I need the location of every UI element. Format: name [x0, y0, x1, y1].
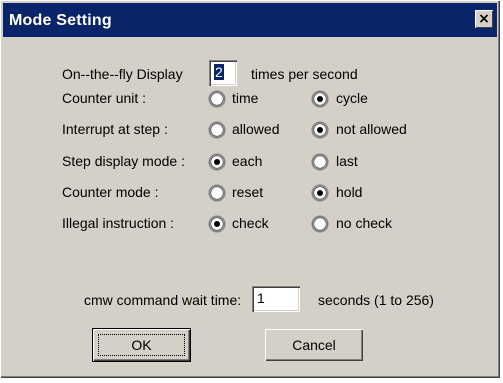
display-label: On--the--fly Display [62, 66, 183, 82]
counter-mode-option-hold[interactable]: hold [336, 184, 362, 200]
close-icon[interactable]: × [475, 10, 493, 28]
display-rate-field[interactable]: 2 [209, 60, 237, 86]
illegal-radio-check[interactable] [208, 215, 226, 233]
wait-suffix: seconds (1 to 256) [318, 292, 434, 308]
row-label-step-display: Step display mode : [62, 153, 185, 169]
row-label-interrupt: Interrupt at step : [62, 121, 168, 137]
step-display-radio-each[interactable] [208, 153, 226, 171]
counter-unit-radio-cycle[interactable] [311, 90, 329, 108]
interrupt-radio-not-allowed[interactable] [311, 121, 329, 139]
counter-mode-radio-hold[interactable] [311, 184, 329, 202]
wait-label: cmw command wait time: [84, 292, 242, 308]
step-display-option-last[interactable]: last [336, 153, 358, 169]
cancel-button-label: Cancel [292, 337, 336, 353]
title-bar[interactable]: Mode Setting × [3, 3, 497, 37]
row-label-counter-mode: Counter mode : [62, 184, 159, 200]
display-suffix: times per second [251, 66, 358, 82]
dialog-title: Mode Setting [9, 12, 112, 29]
illegal-option-no-check[interactable]: no check [336, 215, 392, 231]
ok-button-label: OK [131, 337, 152, 353]
mode-setting-dialog: Mode Setting × On--the--fly Display 2 ti… [0, 0, 500, 378]
display-rate-value: 2 [214, 64, 224, 80]
interrupt-option-allowed[interactable]: allowed [232, 121, 279, 137]
illegal-option-check[interactable]: check [232, 215, 269, 231]
ok-button[interactable]: OK [92, 328, 191, 362]
step-display-radio-last[interactable] [311, 153, 329, 171]
illegal-radio-no-check[interactable] [311, 215, 329, 233]
row-label-counter-unit: Counter unit : [62, 90, 147, 106]
wait-time-value: 1 [257, 290, 265, 306]
counter-mode-option-reset[interactable]: reset [232, 184, 263, 200]
counter-unit-option-time[interactable]: time [232, 90, 258, 106]
interrupt-radio-allowed[interactable] [208, 121, 226, 139]
counter-mode-radio-reset[interactable] [208, 184, 226, 202]
wait-time-field[interactable]: 1 [252, 286, 300, 312]
step-display-option-each[interactable]: each [232, 153, 262, 169]
interrupt-option-not-allowed[interactable]: not allowed [336, 121, 407, 137]
counter-unit-radio-time[interactable] [208, 90, 226, 108]
counter-unit-option-cycle[interactable]: cycle [336, 90, 368, 106]
cancel-button[interactable]: Cancel [265, 329, 363, 361]
row-label-illegal: Illegal instruction : [62, 215, 175, 231]
